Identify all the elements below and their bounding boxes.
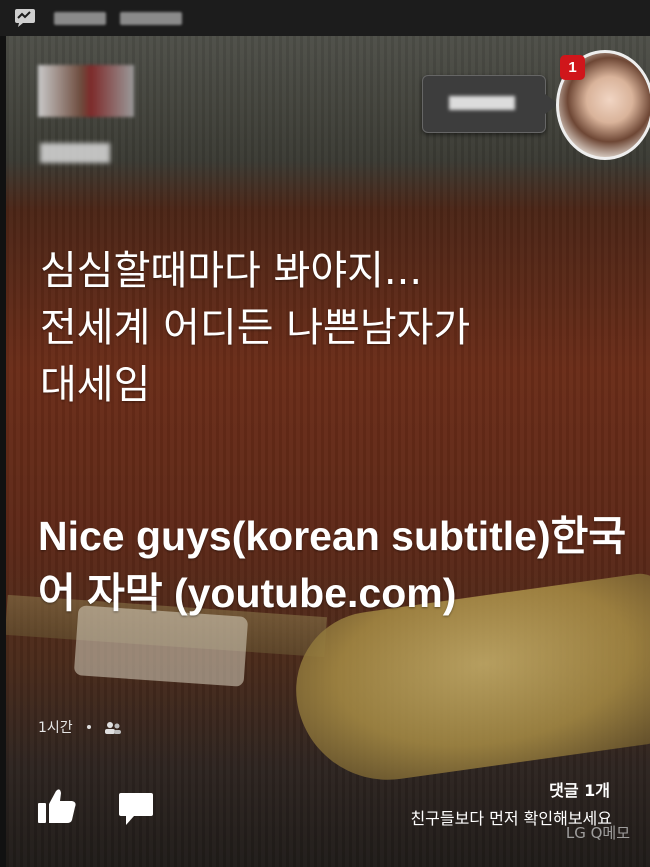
status-blurred-text xyxy=(54,12,106,25)
post-message: 심심할때마다 봐야지... 전세계 어디든 나쁜남자가 대세임 xyxy=(40,248,471,408)
thumbs-up-icon[interactable] xyxy=(36,787,78,825)
meta-separator xyxy=(87,725,92,729)
friends-icon xyxy=(104,722,121,734)
poster-name-blurred[interactable] xyxy=(40,143,110,163)
post-meta: 1시간 xyxy=(38,717,122,737)
notification-badge: 1 xyxy=(560,55,585,80)
comment-count[interactable]: 댓글 1개 xyxy=(549,777,610,801)
comment-bubble-icon[interactable] xyxy=(118,792,154,826)
chat-head-tooltip[interactable] xyxy=(422,75,559,133)
lg-qmemo-watermark: LG Q메모 xyxy=(565,824,630,842)
poster-avatar[interactable] xyxy=(38,65,134,117)
status-blurred-text xyxy=(120,12,182,25)
status-bar xyxy=(0,0,650,36)
post-time: 1시간 xyxy=(38,720,73,736)
shared-link-title[interactable]: Nice guys(korean subtitle)한국어 자막 (youtub… xyxy=(38,508,638,622)
tooltip-blurred-text xyxy=(449,96,515,110)
messenger-icon xyxy=(15,9,35,27)
